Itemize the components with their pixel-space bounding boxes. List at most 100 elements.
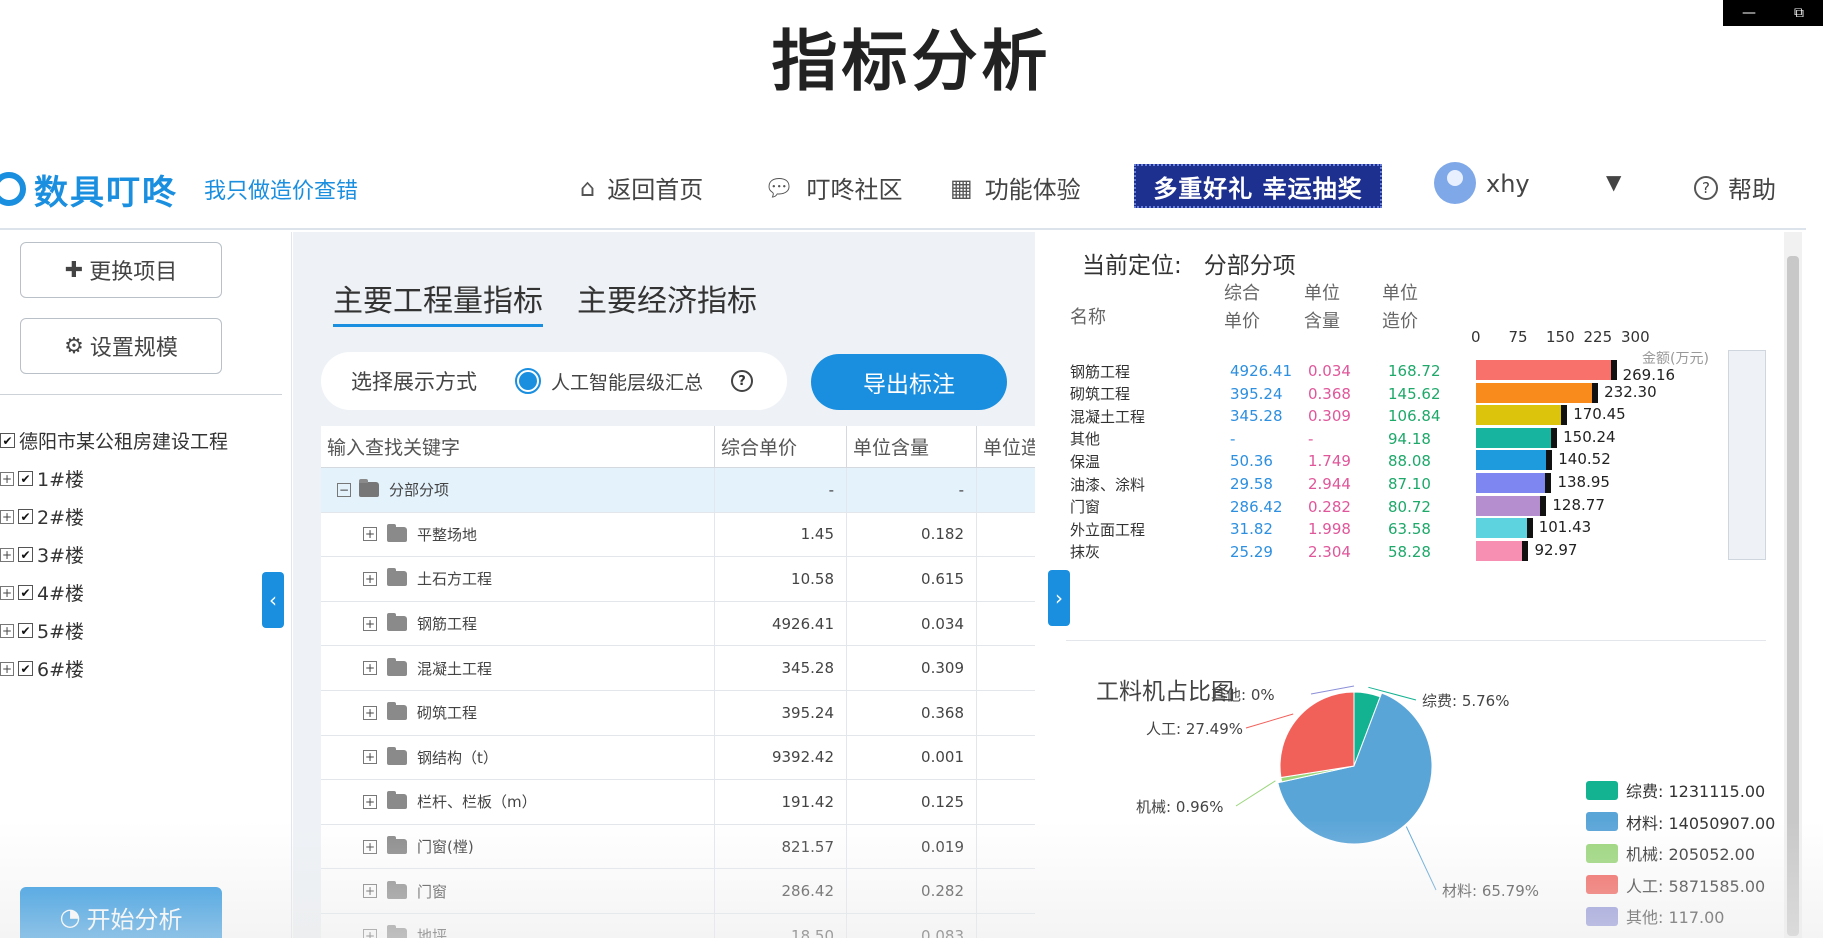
indicator-row[interactable]: 钢筋工程 4926.41 0.034 168.72: [1070, 360, 1448, 382]
nav-features[interactable]: ▦ 功能体验: [950, 170, 1081, 205]
tree-item-building[interactable]: + ✔ 1#楼: [0, 465, 84, 492]
collapse-right-panel-button[interactable]: ›: [1048, 570, 1070, 626]
table-row-root[interactable]: − 分部分项 - -: [321, 468, 1035, 513]
expand-plus-icon[interactable]: +: [0, 471, 14, 486]
table-row[interactable]: + 门窗 286.42 0.282: [321, 869, 1035, 914]
expand-plus-icon[interactable]: +: [363, 928, 377, 938]
indicator-row[interactable]: 其他 - - 94.18: [1070, 428, 1448, 450]
tab-economic-indicators[interactable]: 主要经济指标: [577, 276, 757, 320]
nav-home[interactable]: ⌂ 返回首页: [580, 170, 703, 205]
expand-plus-icon[interactable]: +: [363, 750, 377, 765]
nav-community[interactable]: 💬︎ 叮咚社区: [764, 170, 902, 205]
bar[interactable]: [1476, 405, 1562, 426]
collapse-minus-icon[interactable]: −: [337, 482, 351, 497]
checkbox-checked-icon[interactable]: ✔: [18, 585, 33, 600]
bar-end-marker: [1551, 427, 1558, 448]
bar[interactable]: [1476, 450, 1547, 471]
bar[interactable]: [1476, 382, 1593, 403]
promo-banner[interactable]: 多重好礼 幸运抽奖: [1134, 164, 1382, 208]
indicator-name: 钢筋工程: [1070, 362, 1131, 381]
expand-plus-icon[interactable]: +: [0, 661, 14, 676]
tab-quantity-indicators[interactable]: 主要工程量指标: [333, 276, 543, 327]
indicator-row[interactable]: 混凝土工程 345.28 0.309 106.84: [1070, 405, 1448, 427]
tree-root[interactable]: ✔ 德阳市某公租房建设工程: [0, 427, 228, 454]
expand-plus-icon[interactable]: +: [363, 794, 377, 809]
start-analysis-button[interactable]: ◔ 开始分析: [20, 887, 222, 938]
indicator-row[interactable]: 油漆、涂料 29.58 2.944 87.10: [1070, 473, 1448, 495]
legend-item[interactable]: 其他: 117.00: [1586, 904, 1724, 928]
expand-plus-icon[interactable]: +: [0, 623, 14, 638]
table-row[interactable]: + 砌筑工程 395.24 0.368: [321, 690, 1035, 736]
table-row[interactable]: + 地坪 18.50 0.083: [321, 913, 1035, 938]
restore-icon[interactable]: ⧉: [1794, 5, 1804, 21]
set-scale-button[interactable]: ⚙ 设置规模: [20, 318, 222, 374]
legend-item[interactable]: 综费: 1231115.00: [1586, 778, 1765, 802]
row-unit-cost: [977, 557, 1035, 601]
table-row[interactable]: + 门窗(樘) 821.57 0.019: [321, 824, 1035, 870]
bar[interactable]: [1476, 360, 1611, 380]
tree-item-building[interactable]: + ✔ 6#楼: [0, 655, 84, 682]
tree-item-building[interactable]: + ✔ 2#楼: [0, 503, 84, 530]
checkbox-checked-icon[interactable]: ✔: [18, 509, 33, 524]
indicator-row[interactable]: 砌筑工程 395.24 0.368 145.62: [1070, 383, 1448, 405]
checkbox-checked-icon[interactable]: ✔: [0, 433, 15, 448]
expand-plus-icon[interactable]: +: [363, 616, 377, 631]
legend-item[interactable]: 人工: 5871585.00: [1586, 873, 1765, 897]
expand-plus-icon[interactable]: +: [363, 839, 377, 854]
table-row[interactable]: + 栏杆、栏板（m） 191.42 0.125: [321, 780, 1035, 825]
checkbox-checked-icon[interactable]: ✔: [18, 623, 33, 638]
chevron-down-icon[interactable]: ▼: [1606, 170, 1621, 194]
indicator-row[interactable]: 保温 50.36 1.749 88.08: [1070, 450, 1448, 472]
header-unit-cost-line2: 造价: [1382, 311, 1418, 332]
checkbox-checked-icon[interactable]: ✔: [18, 661, 33, 676]
expand-plus-icon[interactable]: +: [363, 705, 377, 720]
legend-item[interactable]: 材料: 14050907.00: [1586, 810, 1775, 834]
expand-plus-icon[interactable]: +: [363, 571, 377, 586]
tree-item-building[interactable]: + ✔ 3#楼: [0, 541, 84, 568]
collapse-sidebar-button[interactable]: ‹: [262, 572, 284, 628]
vertical-scrollbar[interactable]: [1784, 232, 1802, 938]
folder-open-icon: [359, 479, 379, 498]
bar[interactable]: [1476, 540, 1523, 561]
export-annotation-button[interactable]: 导出标注: [811, 354, 1007, 410]
column-header-unit-content: 单位含量: [847, 426, 977, 467]
expand-plus-icon[interactable]: +: [0, 547, 14, 562]
legend-item[interactable]: 机械: 205052.00: [1586, 841, 1755, 865]
bar[interactable]: [1476, 518, 1527, 539]
keyword-search-input[interactable]: 输入查找关键字: [321, 426, 715, 467]
indicator-row[interactable]: 门窗 286.42 0.282 80.72: [1070, 496, 1448, 518]
tree-item-building[interactable]: + ✔ 5#楼: [0, 617, 84, 644]
table-row[interactable]: + 钢筋工程 4926.41 0.034: [321, 601, 1035, 647]
table-row[interactable]: + 平整场地 1.45 0.182: [321, 512, 1035, 558]
bar[interactable]: [1476, 495, 1541, 516]
indicator-row[interactable]: 外立面工程 31.82 1.998 63.58: [1070, 518, 1448, 540]
expand-plus-icon[interactable]: +: [363, 884, 377, 899]
expand-plus-icon[interactable]: +: [0, 585, 14, 600]
avatar[interactable]: [1434, 162, 1476, 204]
logo[interactable]: 数具叮咚: [0, 165, 178, 214]
checkbox-checked-icon[interactable]: ✔: [18, 471, 33, 486]
expand-plus-icon[interactable]: +: [0, 509, 14, 524]
help-link[interactable]: ? 帮助: [1694, 170, 1776, 205]
pie-slice[interactable]: [1279, 691, 1355, 779]
table-row[interactable]: + 混凝土工程 345.28 0.309: [321, 646, 1035, 691]
plus-icon: ✚: [64, 257, 84, 283]
expand-plus-icon[interactable]: +: [363, 527, 377, 542]
bar[interactable]: [1476, 427, 1552, 448]
table-row[interactable]: + 钢结构（t） 9392.42 0.001: [321, 735, 1035, 781]
username[interactable]: xhy: [1486, 170, 1530, 198]
indicator-row[interactable]: 抹灰 25.29 2.304 58.28: [1070, 541, 1448, 563]
checkbox-checked-icon[interactable]: ✔: [18, 547, 33, 562]
indicator-c: 87.10: [1388, 475, 1431, 493]
scrollbar-thumb[interactable]: [1787, 256, 1799, 936]
tree-item-building[interactable]: + ✔ 4#楼: [0, 579, 84, 606]
minimize-icon[interactable]: —: [1742, 5, 1756, 21]
chart-zoom-slider[interactable]: [1728, 350, 1766, 560]
table-row[interactable]: + 土石方工程 10.58 0.615: [321, 557, 1035, 602]
bar[interactable]: [1476, 473, 1546, 493]
expand-plus-icon[interactable]: +: [363, 661, 377, 676]
change-project-button[interactable]: ✚ 更换项目: [20, 242, 222, 298]
radio-ai-summary-label[interactable]: 人工智能层级汇总: [551, 368, 703, 395]
radio-ai-summary[interactable]: [515, 368, 541, 394]
help-icon[interactable]: ?: [731, 370, 754, 392]
